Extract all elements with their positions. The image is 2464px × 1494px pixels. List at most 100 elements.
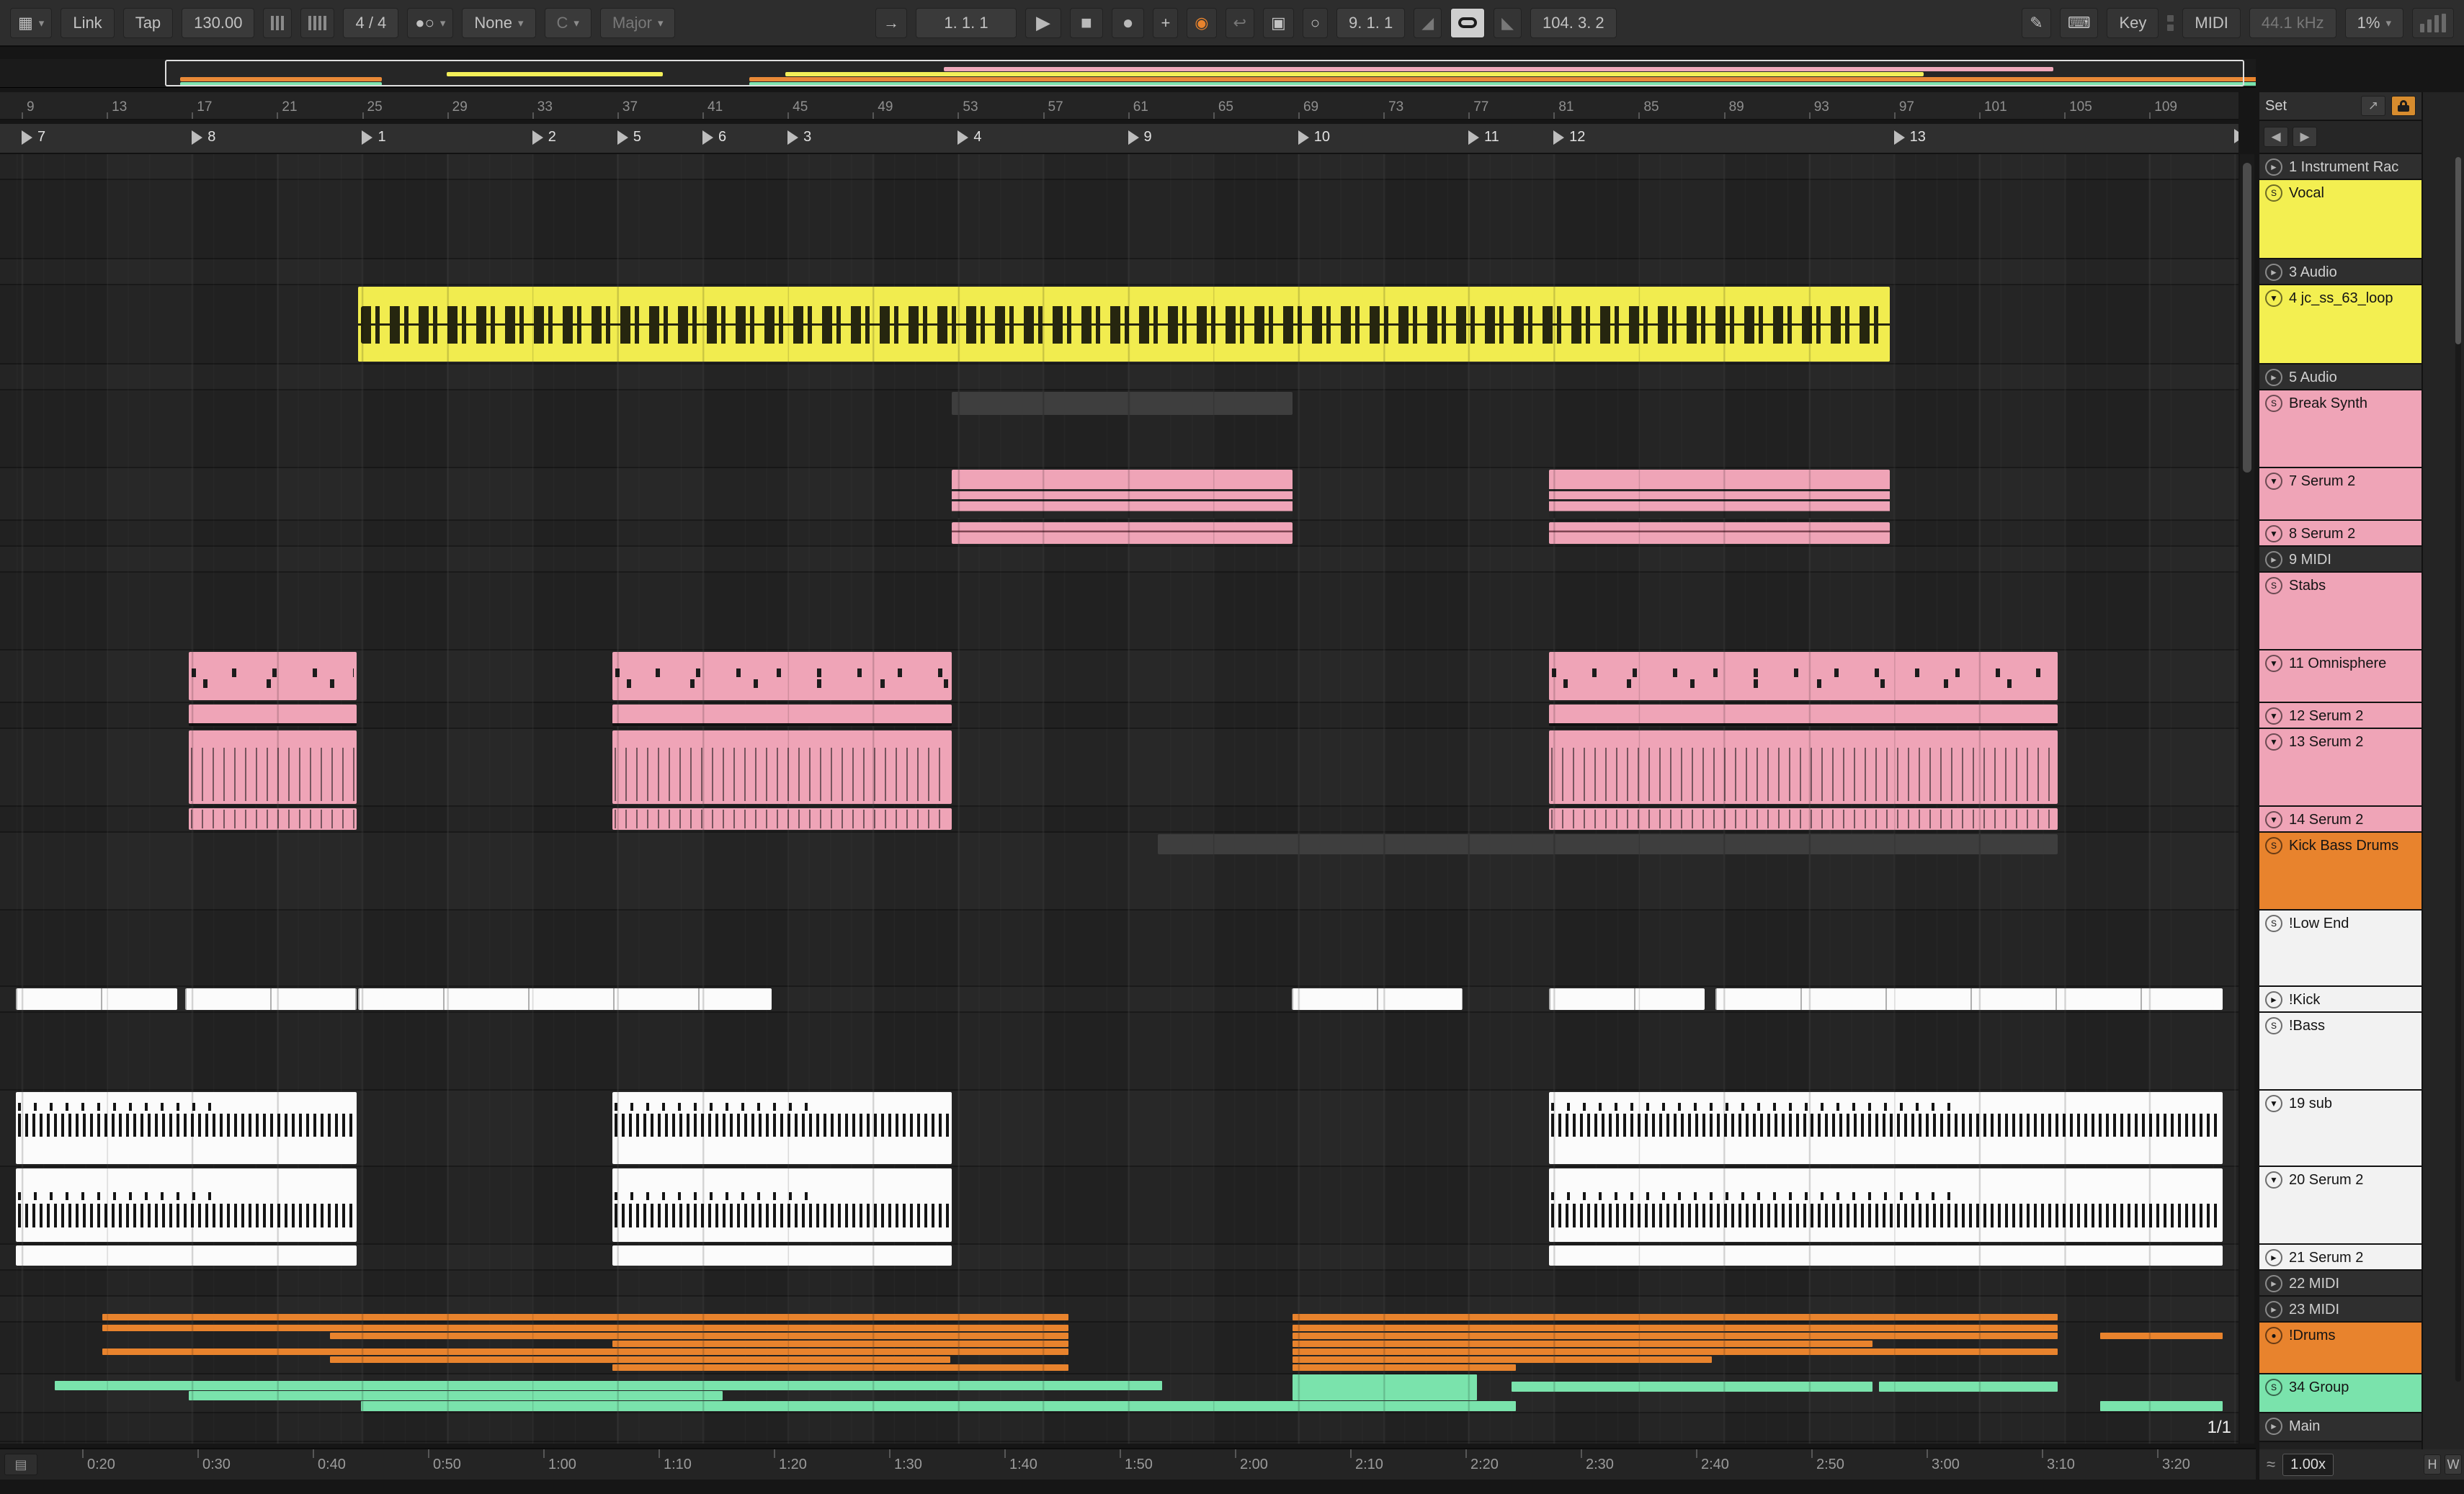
clip[interactable] [16, 988, 177, 1010]
clip[interactable] [612, 808, 952, 830]
clip[interactable] [102, 1314, 1068, 1320]
track-fold-icon[interactable]: S [2265, 1017, 2282, 1034]
track-fold-icon[interactable]: S [2265, 915, 2282, 932]
overdub-button[interactable]: + [1153, 7, 1179, 38]
clip[interactable] [612, 1168, 952, 1242]
track-header[interactable]: ► Main [2259, 1413, 2421, 1442]
track-header[interactable]: S !Low End [2259, 911, 2421, 987]
follow-button[interactable]: → [875, 7, 907, 38]
stop-button[interactable]: ■ [1070, 7, 1103, 38]
track-header[interactable]: S !Bass [2259, 1013, 2421, 1091]
clip[interactable] [1549, 470, 1890, 518]
clip[interactable] [1549, 522, 1890, 544]
track-fold-icon[interactable]: ▼ [2265, 733, 2282, 751]
computer-midi-keyboard-button[interactable]: ⌨ [2059, 7, 2099, 38]
track-lane[interactable] [0, 1013, 2238, 1091]
draw-mode-button[interactable]: ✎ [2022, 7, 2051, 38]
locator-marker[interactable]: 7 [22, 129, 45, 146]
time-signature-field[interactable]: 4 / 4 [343, 7, 399, 38]
clip[interactable] [612, 704, 952, 726]
track-header[interactable]: ► 23 MIDI [2259, 1297, 2421, 1323]
track-fold-icon[interactable]: ▼ [2265, 525, 2282, 542]
next-button[interactable]: ▶ [2293, 127, 2317, 147]
track-fold-icon[interactable]: ▼ [2265, 655, 2282, 672]
clip[interactable] [1549, 730, 2058, 804]
track-fold-icon[interactable]: ▼ [2265, 290, 2282, 307]
capture-midi-button[interactable]: ▣ [1262, 7, 1294, 38]
track-header[interactable]: ▼ 12 Serum 2 [2259, 703, 2421, 729]
clip[interactable] [1549, 988, 1705, 1010]
automation-arm-button[interactable]: ◉ [1187, 7, 1217, 38]
clip[interactable] [102, 1348, 1068, 1355]
midi-map-button[interactable]: MIDI [2182, 7, 2241, 38]
track-lane[interactable] [0, 154, 2238, 180]
track-header[interactable]: ● !Drums [2259, 1323, 2421, 1374]
record-button[interactable]: ● [1111, 7, 1145, 38]
metronome-button[interactable]: ●○ ▾ [407, 7, 454, 38]
track-lane[interactable] [0, 1271, 2238, 1297]
key-map-button[interactable]: Key [2107, 7, 2159, 38]
punch-out-button[interactable]: ◣ [1494, 7, 1522, 38]
tempo-field[interactable]: 130.00 [182, 7, 255, 38]
track-fold-icon[interactable]: S [2265, 577, 2282, 594]
punch-start-field[interactable]: 9. 1. 1 [1336, 7, 1406, 38]
locator-marker[interactable]: 1 [362, 129, 386, 146]
clip[interactable] [189, 1391, 723, 1400]
track-header[interactable]: ▼ 14 Serum 2 [2259, 807, 2421, 833]
clip[interactable] [1549, 704, 2058, 726]
track-lane[interactable] [0, 547, 2238, 573]
clip[interactable] [185, 988, 357, 1010]
locator-marker[interactable]: 10 [1298, 129, 1330, 146]
clip[interactable] [1879, 1382, 2058, 1392]
clip[interactable] [1549, 1245, 2223, 1266]
track-lane[interactable] [0, 911, 2238, 987]
locator-marker[interactable]: 5 [617, 129, 641, 146]
vertical-scrollbar[interactable] [2240, 154, 2254, 1444]
layout-selector-button[interactable]: ▦ ▾ [10, 7, 53, 38]
edge-scrollbar[interactable] [2455, 157, 2461, 1382]
locator-marker[interactable]: 8 [192, 129, 215, 146]
track-header[interactable]: S 34 Group [2259, 1374, 2421, 1413]
track-header[interactable]: ▼ 20 Serum 2 [2259, 1167, 2421, 1245]
clip[interactable] [612, 1364, 1068, 1371]
clip[interactable] [952, 522, 1293, 544]
track-fold-icon[interactable]: S [2265, 184, 2282, 202]
clip[interactable] [330, 1333, 1068, 1339]
track-lane[interactable] [0, 180, 2238, 259]
zoom-width-button[interactable]: W [2445, 1454, 2462, 1475]
track-header[interactable]: ► 3 Audio [2259, 259, 2421, 285]
clip[interactable] [189, 730, 357, 804]
track-fold-icon[interactable]: ► [2265, 1301, 2282, 1318]
track-fold-icon[interactable]: ▼ [2265, 473, 2282, 490]
arrangement-overview[interactable] [0, 59, 2256, 88]
clip[interactable] [16, 1168, 357, 1242]
track-header[interactable]: ► 21 Serum 2 [2259, 1245, 2421, 1271]
cpu-meter-selector[interactable]: 1% ▾ [2344, 7, 2403, 38]
track-fold-icon[interactable]: ► [2265, 264, 2282, 281]
clip[interactable] [358, 287, 1890, 362]
arrangement-grid[interactable]: 1/1 [0, 154, 2238, 1444]
locator-marker[interactable]: 4 [958, 129, 981, 146]
clip[interactable] [1549, 1168, 2223, 1242]
track-header[interactable]: ► 1 Instrument Rac [2259, 154, 2421, 180]
clip[interactable] [358, 988, 772, 1010]
track-lane[interactable] [0, 1413, 2238, 1442]
edge-scrollbar-thumb[interactable] [2455, 157, 2461, 344]
prev-button[interactable]: ◀ [2264, 127, 2288, 147]
locator-marker[interactable] [2234, 129, 2238, 143]
clip[interactable] [612, 1245, 952, 1266]
clip[interactable] [1293, 1314, 2058, 1320]
track-fold-icon[interactable]: ► [2265, 1249, 2282, 1266]
scale-root-selector[interactable]: C ▾ [544, 7, 592, 38]
expand-button[interactable]: ↗ [2361, 96, 2385, 116]
track-fold-icon[interactable]: S [2265, 395, 2282, 412]
arrangement-position-field[interactable]: 1. 1. 1 [916, 7, 1017, 38]
clip[interactable] [952, 392, 1293, 415]
clip[interactable] [361, 1401, 1516, 1411]
clip[interactable] [612, 1341, 1068, 1347]
nudge-down-button[interactable] [263, 7, 293, 38]
track-fold-icon[interactable]: ► [2265, 1275, 2282, 1292]
time-ruler[interactable]: 0:20 0:30 0:40 0:50 1:00 1:10 1:20 1:30 1:40 1:50… [0, 1448, 2256, 1480]
track-fold-icon[interactable]: ► [2265, 158, 2282, 176]
locator-lane[interactable]: 7 8 1 2 5 6 3 4 9 10 11 12 13 [0, 124, 2238, 154]
